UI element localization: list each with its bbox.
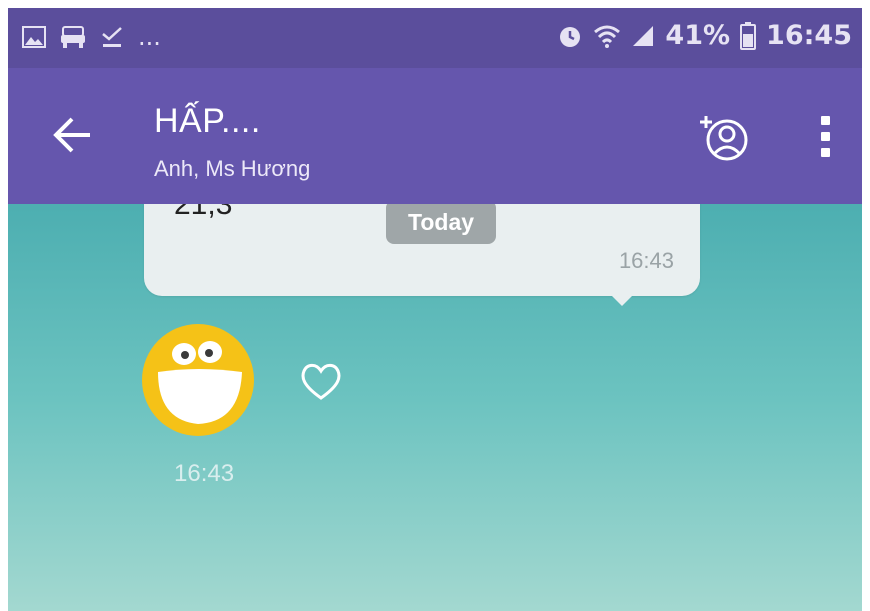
status-bar-left: ... [22, 23, 161, 51]
signal-icon [633, 25, 654, 46]
wifi-icon [594, 25, 621, 48]
gallery-icon [22, 26, 46, 48]
chat-toolbar: HẤP.... Anh, Ms Hương [8, 68, 862, 204]
status-time: 16:45 [766, 20, 852, 51]
smiley-sticker[interactable] [138, 320, 258, 440]
status-bar-right: 41% 16:45 [557, 20, 852, 51]
date-separator: Today [386, 200, 497, 244]
car-icon [61, 26, 85, 48]
bubble-tail [608, 292, 636, 306]
heart-outline-icon[interactable] [298, 358, 344, 404]
back-arrow-icon[interactable] [50, 112, 96, 158]
sticker-timestamp: 16:43 [174, 460, 235, 487]
chat-screen: ... 41% 16:45 21,3 16:43 Today HẤP.... A… [8, 8, 862, 611]
message-timestamp: 16:43 [618, 248, 674, 273]
battery-icon [740, 21, 757, 50]
chat-title[interactable]: HẤP.... [154, 102, 261, 141]
alarm-icon [560, 26, 581, 47]
check-download-icon [102, 27, 122, 47]
battery-percent: 41% [665, 20, 731, 51]
add-participant-icon[interactable] [696, 110, 750, 164]
more-notifications-text: ... [138, 23, 161, 51]
status-bar: ... 41% 16:45 [8, 8, 862, 68]
chat-participants[interactable]: Anh, Ms Hương [154, 156, 310, 182]
more-vertical-icon[interactable] [808, 112, 844, 162]
